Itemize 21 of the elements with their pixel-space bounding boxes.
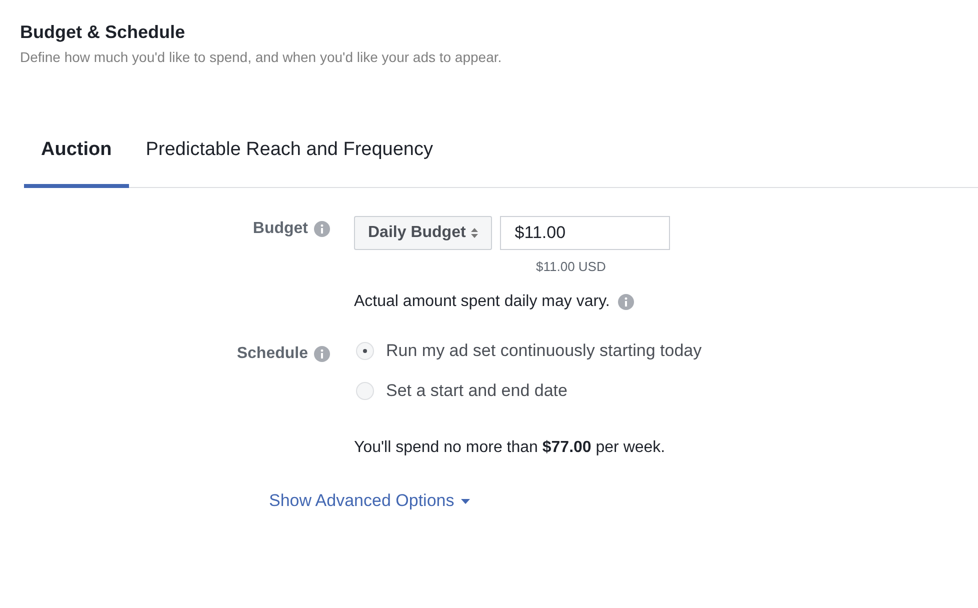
field-label: Schedule xyxy=(236,345,308,363)
radio-label: Set a start and end date xyxy=(386,381,568,401)
weekly-spend-summary: You'll spend no more than $77.00 per week. xyxy=(354,439,666,457)
info-icon[interactable] xyxy=(314,346,330,362)
section-title: Budget & Schedule xyxy=(20,22,186,43)
tab[interactable]: Auction xyxy=(24,127,129,188)
budget-type-select[interactable]: Daily Budget xyxy=(354,216,492,250)
radio-button[interactable] xyxy=(356,382,374,400)
sort-arrows-icon xyxy=(470,228,478,238)
budget-note: Actual amount spent daily may vary. xyxy=(354,293,610,311)
converted-amount: $11.00 USD xyxy=(536,259,606,274)
section-subtitle: Define how much you'd like to spend, and when you'd like your ads to appear. xyxy=(20,49,503,65)
field-label: Budget xyxy=(252,220,308,238)
caret-icon xyxy=(461,498,470,504)
amount-field[interactable]: $11.00 xyxy=(500,216,670,250)
advanced-options-link[interactable]: Show Advanced Options xyxy=(269,491,454,511)
info-icon[interactable] xyxy=(314,221,330,237)
radio-button[interactable] xyxy=(356,342,374,360)
info-icon[interactable] xyxy=(618,294,634,310)
radio-label: Run my ad set continuously starting today xyxy=(386,341,702,361)
tab[interactable]: Predictable Reach and Frequency xyxy=(128,127,450,188)
